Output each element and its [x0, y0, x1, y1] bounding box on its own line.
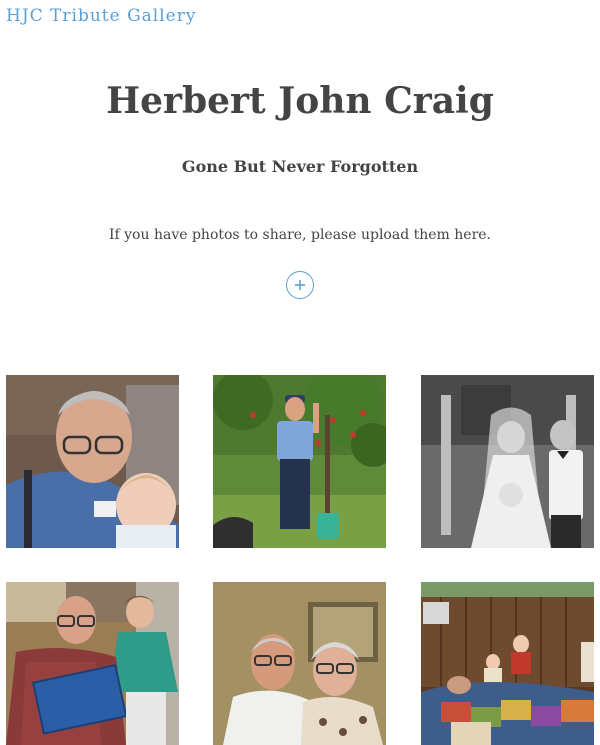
photo-grandfather-reading-book-icon — [6, 582, 179, 745]
photo-elderly-couple-icon — [213, 582, 386, 745]
photo-grandfather-with-baby-icon — [6, 375, 179, 548]
site-title-link[interactable]: HJC Tribute Gallery — [6, 6, 196, 26]
gallery-photo-6[interactable] — [421, 582, 594, 745]
photo-wedding-couple-icon — [421, 375, 594, 548]
upload-prompt-text: If you have photos to share, please uplo… — [108, 227, 492, 243]
gallery-photo-1[interactable] — [6, 375, 179, 548]
photo-children-on-bed-icon — [421, 582, 594, 745]
gallery-photo-2[interactable] — [213, 375, 386, 548]
gallery-photo-5[interactable] — [213, 582, 386, 745]
upload-photo-button[interactable] — [286, 271, 314, 299]
page-title: Herbert John Craig — [106, 80, 494, 122]
page-subtitle: Gone But Never Forgotten — [181, 157, 419, 176]
gallery-photo-3[interactable] — [421, 375, 594, 548]
photo-man-in-orchard-icon — [213, 375, 386, 548]
plus-icon — [295, 280, 305, 290]
gallery-photo-4[interactable] — [6, 582, 179, 745]
